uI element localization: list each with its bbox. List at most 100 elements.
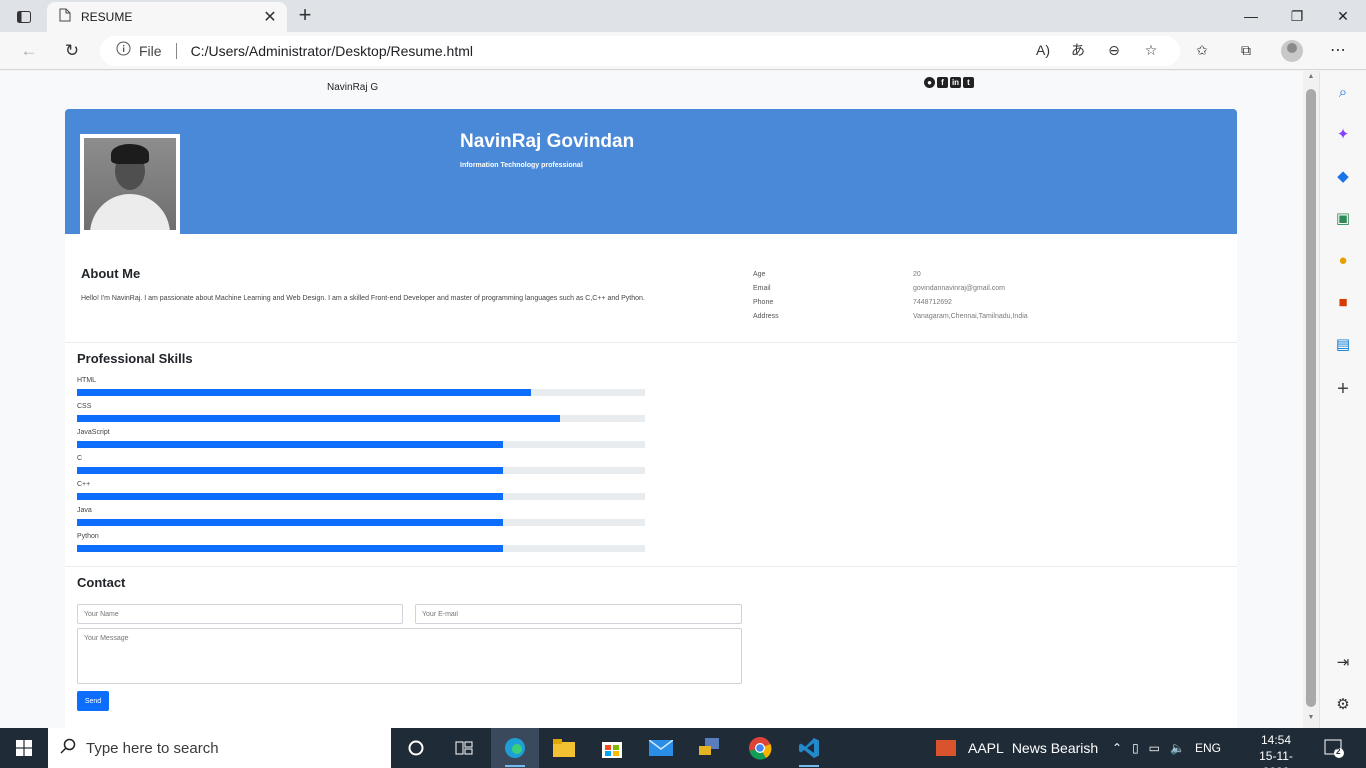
network-app-icon[interactable] — [686, 728, 734, 768]
progress-track — [77, 493, 645, 500]
notification-center-icon[interactable]: 2 — [1324, 738, 1344, 758]
search-icon[interactable]: ⌕ — [1332, 81, 1354, 103]
skill-label: Python — [77, 533, 99, 540]
office-icon[interactable]: ■ — [1332, 291, 1354, 313]
name-input[interactable] — [77, 604, 403, 624]
progress-track — [77, 441, 645, 448]
address-bar[interactable]: File C:/Users/Administrator/Desktop/Resu… — [100, 36, 1180, 66]
more-options-icon[interactable]: ⋯ — [1324, 36, 1352, 64]
network-icon[interactable]: ▭ — [1149, 741, 1160, 755]
close-tab-icon[interactable]: ✕ — [261, 7, 279, 27]
mail-icon[interactable] — [637, 728, 685, 768]
restore-button[interactable]: ❐ — [1274, 0, 1320, 32]
site-label: File — [139, 43, 162, 59]
back-arrow-icon[interactable]: ← — [14, 36, 44, 66]
progress-track — [77, 415, 645, 422]
info-row-phone: Phone 7448712692 — [753, 299, 1153, 313]
skill-python: Python — [77, 533, 645, 559]
add-icon[interactable]: + — [1332, 378, 1354, 400]
refresh-icon[interactable]: ↻ — [57, 36, 87, 66]
info-value: Vanagaram,Chennai,Tamilnadu,India — [913, 313, 1028, 320]
progress-track — [77, 519, 645, 526]
skill-label: C++ — [77, 481, 91, 488]
task-view-icon[interactable] — [440, 728, 488, 768]
resume-header: NavinRaj Govindan Information Technology… — [65, 109, 1237, 234]
section-divider — [65, 566, 1237, 567]
info-value: govindannavinraj@gmail.com — [913, 285, 1005, 292]
read-aloud-icon[interactable]: A) — [1029, 36, 1057, 64]
tab-actions-icon[interactable] — [10, 6, 38, 28]
vscode-icon[interactable] — [785, 728, 833, 768]
games-icon[interactable]: ● — [1332, 249, 1354, 271]
skill-css: CSS — [77, 403, 645, 429]
page-scrollbar[interactable]: ▲ ▼ — [1303, 71, 1319, 728]
tools-icon[interactable]: ▣ — [1332, 207, 1354, 229]
skill-label: CSS — [77, 403, 92, 410]
info-icon[interactable] — [116, 41, 131, 61]
discover-icon[interactable]: ✦ — [1332, 123, 1354, 145]
collections-icon[interactable]: ⧉ — [1232, 36, 1260, 64]
send-button[interactable]: Send — [77, 691, 109, 711]
skill-label: JavaScript — [77, 429, 110, 436]
skills-list: HTML CSS JavaScript C C++ Java Python — [77, 377, 645, 559]
show-hidden-icons-icon[interactable]: ⌃ — [1112, 741, 1122, 755]
progress-bar — [77, 441, 503, 448]
profile-avatar[interactable] — [1281, 40, 1303, 62]
search-icon — [60, 738, 76, 759]
tab-resume[interactable]: RESUME ✕ — [47, 2, 287, 32]
scroll-up-icon[interactable]: ▲ — [1306, 73, 1316, 83]
favorites-icon[interactable]: ✩ — [1188, 36, 1216, 64]
clock-time: 14:54 — [1260, 733, 1292, 747]
facebook-icon[interactable]: f — [937, 77, 948, 88]
email-input[interactable] — [415, 604, 742, 624]
clock[interactable]: 14:54 15-11-2022 — [1246, 732, 1306, 768]
scroll-down-icon[interactable]: ▼ — [1306, 714, 1316, 724]
profile-photo — [80, 134, 180, 234]
file-explorer-icon[interactable] — [540, 728, 588, 768]
settings-gear-icon[interactable]: ⚙ — [1332, 693, 1354, 715]
close-window-button[interactable]: ✕ — [1320, 0, 1366, 32]
tab-title: RESUME — [81, 10, 133, 24]
news-widget[interactable]: AAPL News Bearish — [936, 728, 1098, 768]
volume-icon[interactable]: 🔈 — [1170, 741, 1185, 755]
meet-now-icon[interactable]: ▯ — [1132, 741, 1139, 755]
skill-c: C — [77, 455, 645, 481]
shopping-tag-icon[interactable]: ◆ — [1332, 165, 1354, 187]
notification-count: 2 — [1336, 747, 1341, 756]
contact-heading: Contact — [77, 575, 126, 590]
navbar-brand[interactable]: NavinRaj G — [327, 82, 378, 93]
info-value: 20 — [913, 271, 921, 278]
translate-icon[interactable]: あ — [1064, 36, 1092, 64]
github-icon[interactable]: ● — [924, 77, 935, 88]
language-indicator[interactable]: ENG — [1195, 741, 1221, 755]
new-tab-button[interactable]: + — [293, 4, 317, 28]
store-icon[interactable] — [588, 728, 636, 768]
progress-track — [77, 389, 645, 396]
minimize-button[interactable]: — — [1228, 0, 1274, 32]
page-viewport: NavinRaj G ● f in t NavinRaj Govindan In… — [0, 71, 1303, 728]
progress-bar — [77, 467, 503, 474]
scroll-thumb[interactable] — [1306, 89, 1316, 707]
hide-sidebar-icon[interactable]: ⇥ — [1332, 651, 1354, 673]
cortana-icon[interactable] — [392, 728, 440, 768]
linkedin-icon[interactable]: in — [950, 77, 961, 88]
twitter-icon[interactable]: t — [963, 77, 974, 88]
chrome-icon[interactable] — [736, 728, 784, 768]
outlook-icon[interactable]: ▤ — [1332, 333, 1354, 355]
windows-start-icon[interactable] — [0, 728, 48, 768]
info-label: Phone — [753, 299, 774, 306]
full-name: NavinRaj Govindan — [460, 131, 635, 152]
search-placeholder: Type here to search — [86, 739, 219, 757]
taskbar-search-box[interactable]: Type here to search — [48, 728, 391, 768]
resume-card: NavinRaj Govindan Information Technology… — [65, 109, 1237, 728]
zoom-out-icon[interactable]: ⊖ — [1100, 36, 1128, 64]
url-text[interactable]: C:/Users/Administrator/Desktop/Resume.ht… — [191, 43, 473, 59]
progress-track — [77, 467, 645, 474]
message-textarea[interactable] — [77, 628, 742, 684]
edge-app-icon[interactable] — [491, 728, 539, 768]
skills-heading: Professional Skills — [77, 351, 193, 366]
skill-html: HTML — [77, 377, 645, 403]
browser-title-bar: RESUME ✕ + — ❐ ✕ — [0, 0, 1366, 32]
skill-label: Java — [77, 507, 92, 514]
add-favorite-icon[interactable]: ☆ — [1137, 36, 1165, 64]
